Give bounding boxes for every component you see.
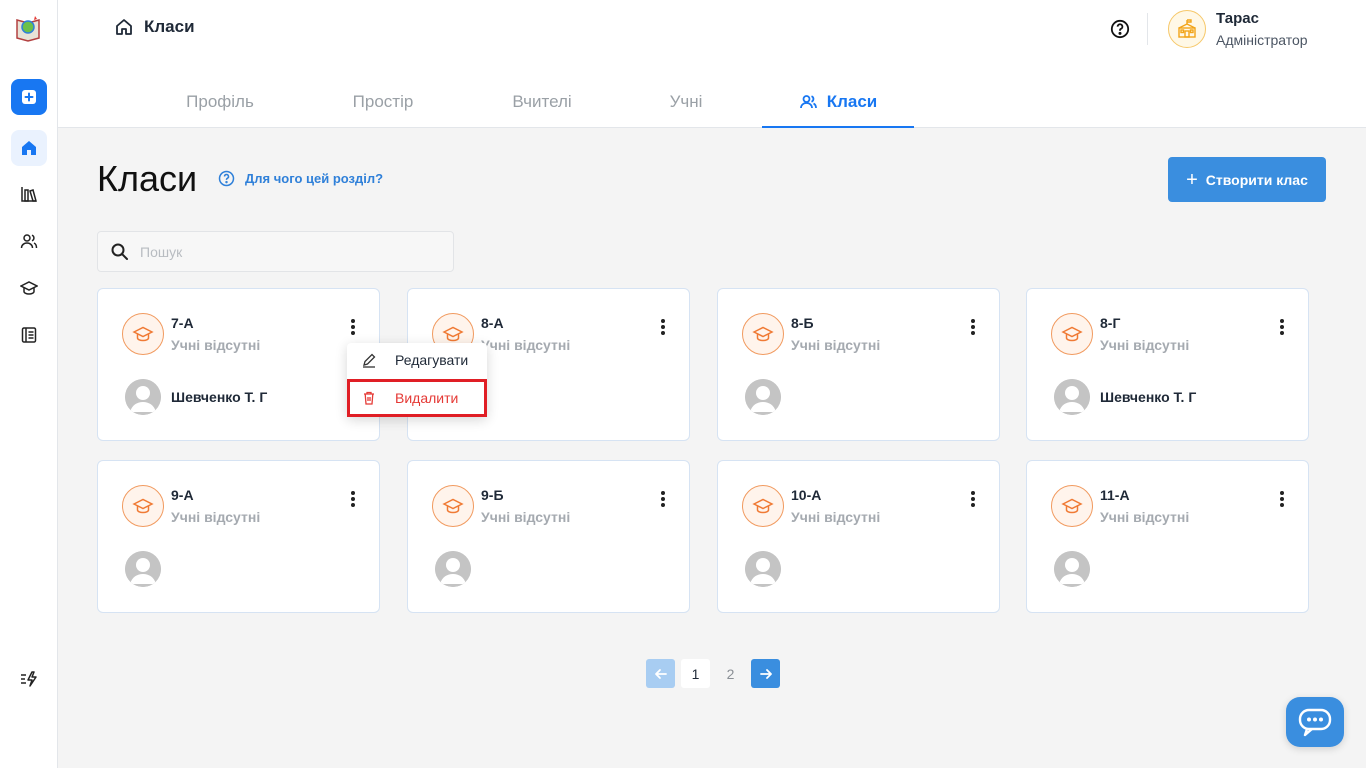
tabs: Профіль Простір Вчителі Учні Класи — [58, 84, 1366, 128]
class-status: Учні відсутні — [171, 509, 261, 525]
search-box — [97, 231, 454, 272]
class-name: 9-А — [171, 487, 194, 503]
school-avatar-icon[interactable] — [1168, 10, 1206, 48]
home-icon — [116, 19, 132, 35]
page-number-current[interactable]: 1 — [681, 659, 710, 688]
teacher-avatar — [125, 551, 161, 587]
class-name: 10-А — [791, 487, 822, 503]
more-options-icon[interactable] — [1273, 489, 1291, 509]
tab-teachers[interactable]: Вчителі — [492, 84, 592, 128]
class-status: Учні відсутні — [481, 509, 571, 525]
next-page-button[interactable] — [751, 659, 780, 688]
class-status: Учні відсутні — [791, 337, 881, 353]
arrow-left-icon — [654, 668, 667, 679]
delete-menu-item[interactable]: Видалити — [347, 379, 487, 417]
trash-icon — [364, 391, 374, 405]
graduation-cap-icon — [122, 485, 164, 527]
teacher-name: Шевченко Т. Г — [171, 389, 268, 405]
teacher-avatar — [1054, 551, 1090, 587]
class-status: Учні відсутні — [481, 337, 571, 353]
question-icon — [218, 170, 235, 187]
class-name: 8-А — [481, 315, 504, 331]
sidebar — [0, 0, 58, 768]
graduation-cap-icon — [122, 313, 164, 355]
sidebar-quick-actions-icon[interactable] — [11, 661, 47, 697]
graduation-cap-icon — [742, 485, 784, 527]
sidebar-library-icon[interactable] — [11, 176, 47, 212]
more-options-icon[interactable] — [654, 489, 672, 509]
more-options-icon[interactable] — [344, 489, 362, 509]
class-card[interactable]: 7-А Учні відсутні Шевченко Т. Г — [97, 288, 380, 441]
plus-icon: + — [1186, 168, 1198, 191]
sidebar-graduation-cap-icon[interactable] — [11, 270, 47, 306]
class-card[interactable]: 9-А Учні відсутні — [97, 460, 380, 613]
more-options-icon[interactable] — [964, 489, 982, 509]
card-context-menu: Редагувати Видалити — [347, 343, 487, 417]
breadcrumb-label: Класи — [144, 17, 195, 36]
class-status: Учні відсутні — [1100, 337, 1190, 353]
class-card[interactable]: 8-Б Учні відсутні — [717, 288, 1000, 441]
graduation-cap-icon — [1051, 313, 1093, 355]
class-card[interactable]: 9-Б Учні відсутні — [407, 460, 690, 613]
arrow-right-icon — [759, 668, 772, 679]
class-name: 11-А — [1100, 487, 1130, 503]
create-class-button[interactable]: + Створити клас — [1168, 157, 1326, 202]
chat-support-button[interactable] — [1286, 697, 1344, 747]
class-name: 8-Б — [791, 315, 814, 331]
teacher-avatar — [745, 379, 781, 415]
header-divider — [1147, 13, 1148, 45]
pagination: 1 2 — [646, 659, 780, 688]
page-title: Класи — [97, 158, 198, 199]
search-icon — [111, 243, 128, 260]
sidebar-home-icon[interactable] — [11, 130, 47, 166]
top-bar: Класи Тарас Адміністратор Профіль Прості… — [58, 0, 1366, 128]
help-icon[interactable] — [1110, 19, 1130, 39]
help-section-link[interactable]: Для чого цей розділ? — [218, 170, 383, 187]
search-input[interactable] — [140, 243, 440, 260]
sidebar-users-icon[interactable] — [11, 223, 47, 259]
teacher-avatar — [1054, 379, 1090, 415]
page-number[interactable]: 2 — [716, 659, 745, 688]
prev-page-button[interactable] — [646, 659, 675, 688]
class-card[interactable]: 10-А Учні відсутні — [717, 460, 1000, 613]
graduation-cap-icon — [432, 485, 474, 527]
breadcrumb[interactable]: Класи — [114, 17, 195, 37]
edit-menu-item[interactable]: Редагувати — [347, 343, 487, 377]
class-status: Учні відсутні — [171, 337, 261, 353]
teacher-avatar — [125, 379, 161, 415]
app-logo-icon[interactable] — [14, 14, 42, 42]
class-name: 9-Б — [481, 487, 504, 503]
graduation-cap-icon — [1051, 485, 1093, 527]
class-status: Учні відсутні — [1100, 509, 1190, 525]
more-options-icon[interactable] — [1273, 317, 1291, 337]
class-name: 7-А — [171, 315, 194, 331]
more-options-icon[interactable] — [654, 317, 672, 337]
teacher-avatar — [435, 551, 471, 587]
teacher-avatar — [745, 551, 781, 587]
user-name[interactable]: Тарас — [1216, 10, 1259, 27]
class-card[interactable]: 8-Г Учні відсутні Шевченко Т. Г — [1026, 288, 1309, 441]
class-name: 8-Г — [1100, 315, 1121, 331]
class-card[interactable]: 11-А Учні відсутні — [1026, 460, 1309, 613]
pencil-icon — [363, 353, 376, 368]
tab-profile[interactable]: Профіль — [170, 84, 270, 128]
user-role: Адміністратор — [1216, 32, 1308, 48]
more-options-icon[interactable] — [964, 317, 982, 337]
sidebar-journal-icon[interactable] — [11, 317, 47, 353]
tab-classes[interactable]: Класи — [762, 84, 914, 128]
teacher-name: Шевченко Т. Г — [1100, 389, 1197, 405]
add-icon[interactable] — [11, 79, 47, 115]
tab-space[interactable]: Простір — [333, 84, 433, 128]
tab-students[interactable]: Учні — [636, 84, 736, 128]
graduation-cap-icon — [742, 313, 784, 355]
class-status: Учні відсутні — [791, 509, 881, 525]
users-icon — [799, 95, 817, 109]
chat-icon — [1298, 708, 1332, 737]
more-options-icon[interactable] — [344, 317, 362, 337]
